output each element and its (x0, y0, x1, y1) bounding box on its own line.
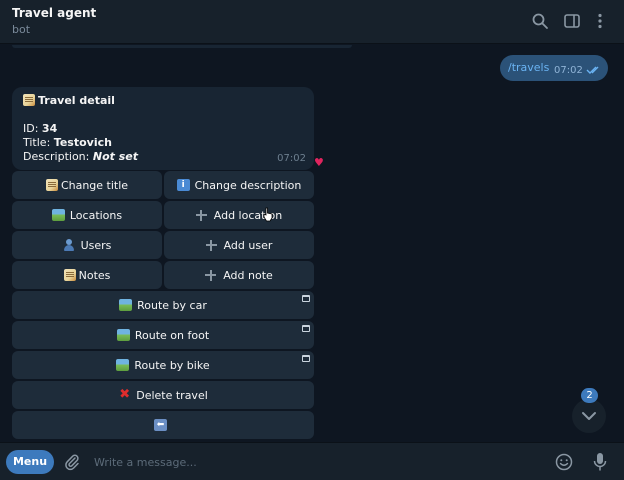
add-user-button[interactable]: Add user (164, 231, 314, 259)
travel-title-line: Title: Testovich (23, 136, 112, 149)
bot-menu-button[interactable]: Menu (6, 450, 54, 474)
chevron-down-icon (582, 412, 596, 420)
emoji-icon[interactable] (555, 453, 573, 471)
previous-message-bubble (12, 45, 352, 48)
plus-icon (205, 239, 219, 251)
user-icon (63, 239, 76, 251)
map-icon (51, 209, 65, 221)
unread-count-badge: 2 (581, 388, 598, 403)
id-label: ID: (23, 122, 39, 135)
chat-title[interactable]: Travel agent (12, 6, 96, 20)
button-label: Route by bike (134, 358, 210, 372)
locations-button[interactable]: Locations (12, 201, 162, 229)
outgoing-message[interactable]: /travels 07:02 (500, 55, 608, 81)
users-button[interactable]: Users (12, 231, 162, 259)
button-label: Locations (69, 208, 123, 222)
chat-subtitle: bot (12, 23, 31, 36)
message-input[interactable] (94, 452, 534, 472)
add-location-button[interactable]: Add location (164, 201, 314, 229)
change-title-button[interactable]: Change title (12, 171, 162, 199)
map-icon (116, 359, 130, 371)
travel-id-line: ID: 34 (23, 122, 57, 135)
button-label: Route on foot (134, 328, 210, 342)
id-value: 34 (41, 122, 58, 135)
route-on-foot-button[interactable]: Route on foot (12, 321, 314, 349)
title-value: Testovich (53, 136, 112, 149)
button-label: Users (80, 238, 112, 252)
message-time: 07:02 (277, 153, 306, 164)
scroll-to-bottom-button[interactable] (572, 399, 606, 433)
heart-reaction[interactable]: ♥ (314, 156, 324, 169)
button-label: Change description (194, 178, 302, 192)
description-label: Description: (23, 150, 90, 163)
info-icon: i (176, 179, 190, 191)
button-label: Change title (60, 178, 129, 192)
route-by-car-button[interactable]: Route by car (12, 291, 314, 319)
web-app-icon (302, 295, 310, 302)
button-label: Delete travel (136, 388, 208, 402)
heading-text: Travel detail (38, 94, 115, 107)
cross-mark-icon: ✖ (119, 387, 131, 402)
memo-icon (23, 94, 35, 106)
incoming-message[interactable]: Travel detail ID: 34 Title: Testovich De… (12, 87, 314, 170)
add-note-button[interactable]: Add note (164, 261, 314, 289)
travel-description-line: Description: Not set (23, 150, 138, 163)
button-label: Add user (223, 238, 273, 252)
microphone-icon[interactable] (592, 452, 608, 472)
button-label: Notes (78, 268, 111, 282)
change-description-button[interactable]: i Change description (164, 171, 314, 199)
route-by-bike-button[interactable]: Route by bike (12, 351, 314, 379)
web-app-icon (302, 355, 310, 362)
back-arrow-icon: ⬅ (154, 419, 167, 431)
back-button[interactable]: ⬅ (12, 411, 314, 439)
memo-icon (45, 179, 58, 191)
message-heading: Travel detail (23, 94, 115, 107)
search-icon[interactable] (531, 12, 549, 30)
button-label: Route by car (137, 298, 207, 312)
map-icon (119, 299, 133, 311)
mouse-pointer-icon (263, 207, 273, 222)
message-composer: Menu (0, 442, 624, 480)
button-label: Add note (223, 268, 273, 282)
web-app-icon (302, 325, 310, 332)
paperclip-icon[interactable] (64, 453, 80, 471)
sidebar-toggle-icon[interactable] (563, 12, 581, 30)
double-check-icon (586, 66, 599, 74)
plus-icon (195, 209, 209, 221)
plus-icon (205, 269, 218, 281)
notes-button[interactable]: Notes (12, 261, 162, 289)
message-time: 07:02 (554, 65, 583, 76)
title-label: Title: (23, 136, 51, 149)
description-value: Not set (92, 150, 138, 163)
memo-icon (63, 269, 76, 281)
more-vertical-icon[interactable] (591, 12, 609, 30)
delete-travel-button[interactable]: ✖ Delete travel (12, 381, 314, 409)
chat-header: Travel agent bot (0, 0, 624, 44)
map-icon (116, 329, 130, 341)
command-link[interactable]: /travels (508, 61, 549, 74)
